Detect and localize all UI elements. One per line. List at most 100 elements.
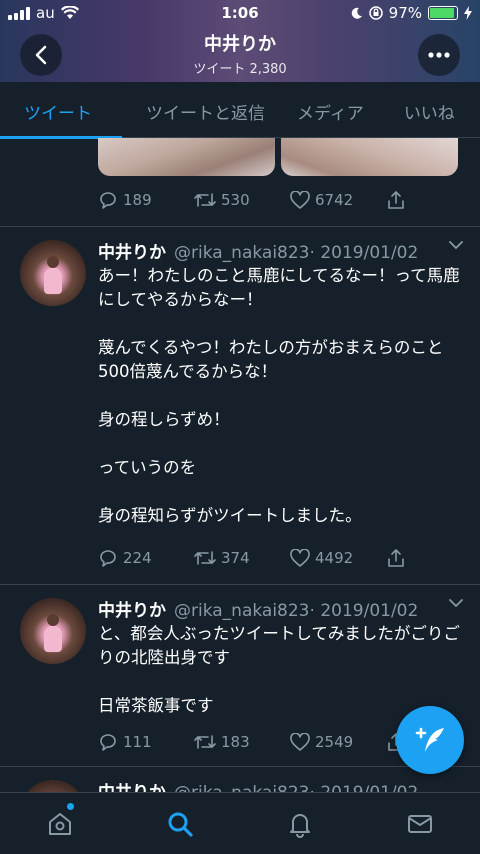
retweet-button[interactable]: 374	[194, 549, 290, 567]
tweet-date: · 2019/01/02	[309, 243, 419, 263]
like-button[interactable]: 6742	[290, 191, 386, 209]
tweet-author-handle: @rika_nakai823	[174, 783, 310, 792]
tweet-author-name[interactable]: 中井りか	[98, 778, 166, 792]
reply-button[interactable]: 224	[98, 548, 194, 568]
chevron-down-icon[interactable]	[448, 240, 464, 250]
like-count: 2549	[315, 733, 354, 751]
tweet-count: ツイート 2,380	[193, 62, 287, 77]
retweet-button[interactable]: 530	[194, 191, 290, 209]
notification-dot	[67, 803, 74, 810]
tweet-line: 蔑んでくるやつ！わたしの方がおまえらのこと500倍蔑んでるからな！	[98, 338, 444, 381]
tweet-text: と、都会人ぶったツイートしてみましたがごりごりの北陸出身です 日常茶飯事です	[98, 622, 470, 718]
avatar[interactable]	[20, 240, 86, 306]
retweet-count: 530	[221, 191, 250, 209]
tweet-line: 身の程しらずめ！	[98, 410, 230, 429]
battery-percent: 97%	[388, 4, 422, 22]
tweet-author-handle: @rika_nakai823	[174, 243, 310, 263]
like-count: 6742	[315, 191, 354, 209]
twitter-profile-screen: au 1:06 97% 中井りか ツイート 2,380 ツイート ツイートと返信…	[0, 0, 480, 854]
status-bar: au 1:06 97%	[0, 0, 480, 28]
share-icon	[388, 191, 404, 209]
reply-button[interactable]: 189	[98, 190, 194, 210]
tweet-line	[98, 432, 470, 456]
like-button[interactable]: 2549	[290, 733, 386, 751]
reply-count: 111	[123, 733, 152, 751]
tweet-author-name[interactable]: 中井りか	[98, 238, 166, 263]
divider	[0, 584, 480, 585]
tweet-line	[98, 670, 470, 694]
share-icon	[388, 549, 404, 567]
tweet-line	[98, 312, 470, 336]
compose-tweet-icon	[415, 727, 444, 752]
tweet-text: あー！わたしのこと馬鹿にしてるなー！って馬鹿にしてやるからなー！ 蔑んでくるやつ…	[98, 264, 470, 528]
avatar[interactable]	[20, 780, 86, 792]
retweet-button[interactable]: 183	[194, 733, 290, 751]
tweet-line: あー！わたしのこと馬鹿にしてるなー！って馬鹿にしてやるからなー！	[98, 266, 460, 309]
media-image[interactable]	[281, 138, 458, 176]
retweet-icon	[194, 735, 216, 749]
retweet-count: 183	[221, 733, 250, 751]
reply-button[interactable]: 111	[98, 732, 194, 752]
retweet-count: 374	[221, 549, 250, 567]
mail-icon	[408, 814, 432, 833]
reply-icon	[100, 550, 116, 567]
divider	[0, 226, 480, 227]
nav-search[interactable]	[120, 793, 240, 854]
tab-likes[interactable]: いいね	[404, 82, 455, 138]
tweet-line	[98, 384, 470, 408]
tweet-author-handle: @rika_nakai823	[174, 601, 310, 621]
home-icon	[49, 812, 71, 835]
tab-media[interactable]: メディア	[297, 82, 364, 138]
compose-tweet-button[interactable]	[396, 706, 464, 774]
like-button[interactable]: 4492	[290, 549, 386, 567]
tab-tweets[interactable]: ツイート	[0, 82, 122, 139]
profile-title: 中井りか ツイート 2,380	[0, 30, 480, 77]
avatar[interactable]	[20, 598, 86, 664]
reply-count: 224	[123, 549, 152, 567]
retweet-icon	[194, 193, 216, 207]
tweet[interactable]: 中井りか @rika_nakai823 · 2019/01/02 あー！わたしの…	[0, 238, 480, 584]
profile-name: 中井りか	[204, 34, 276, 55]
tweet-timeline[interactable]: 189 530 6742 中井りか @rika_nakai823 · 2019/…	[0, 138, 480, 792]
more-options-button[interactable]	[418, 34, 460, 76]
tweet-date: · 2019/01/02	[310, 783, 419, 792]
tweet-author-name[interactable]: 中井りか	[98, 596, 166, 621]
tweet-actions: 224 374 4492	[98, 548, 480, 568]
reply-icon	[100, 734, 116, 751]
tweet-line: っていうのを	[98, 458, 197, 477]
media-image[interactable]	[98, 138, 275, 176]
tweet-header: 中井りか @rika_nakai823 · 2019/01/02	[98, 238, 418, 263]
heart-icon	[290, 549, 310, 567]
retweet-icon	[194, 551, 216, 565]
share-button[interactable]	[386, 190, 480, 210]
tweet-media[interactable]	[98, 138, 458, 176]
nav-home[interactable]	[0, 793, 120, 854]
profile-tabs: ツイート ツイートと返信 メディア いいね	[0, 82, 480, 139]
tweet-date: · 2019/01/02	[309, 601, 419, 621]
share-button[interactable]	[386, 548, 480, 568]
charging-icon	[464, 6, 472, 20]
nav-messages[interactable]	[360, 793, 480, 854]
battery-icon	[428, 6, 458, 20]
chevron-down-icon[interactable]	[448, 598, 464, 608]
bell-icon	[290, 813, 310, 838]
heart-icon	[290, 733, 310, 751]
nav-notifications[interactable]	[240, 793, 360, 854]
moon-icon	[351, 7, 362, 19]
tab-tweets-and-replies[interactable]: ツイートと返信	[146, 82, 265, 138]
reply-icon	[100, 192, 116, 209]
tweet-line	[98, 480, 470, 504]
tweet-header: 中井りか @rika_nakai823 · 2019/01/02	[98, 596, 418, 621]
tweet-line: と、都会人ぶったツイートしてみましたがごりごりの北陸出身です	[98, 624, 460, 667]
tweet[interactable]: 中井りか @rika_nakai823 · 2019/01/02	[0, 778, 480, 792]
tweet-line: 身の程知らずがツイートしました。	[98, 506, 362, 525]
search-icon	[168, 812, 193, 837]
tweet-actions: 189 530 6742	[98, 190, 480, 210]
like-count: 4492	[315, 549, 354, 567]
reply-count: 189	[123, 191, 152, 209]
heart-icon	[290, 191, 310, 209]
rotation-lock-icon	[368, 6, 383, 20]
ellipsis-icon	[428, 52, 450, 58]
tweet-header: 中井りか @rika_nakai823 · 2019/01/02	[98, 778, 418, 792]
bottom-nav	[0, 792, 480, 854]
